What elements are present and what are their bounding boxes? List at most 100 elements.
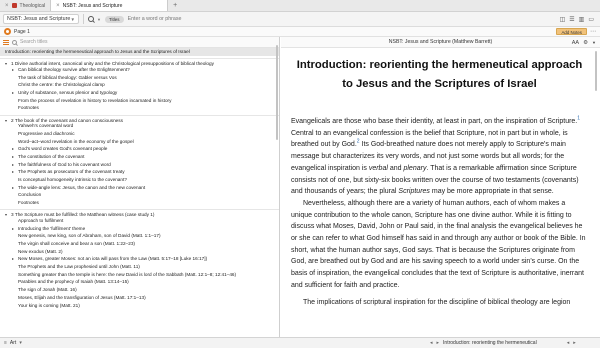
close-icon[interactable]: × — [5, 3, 9, 9]
divider — [83, 14, 84, 24]
search-titles-placeholder: Search titles — [20, 39, 48, 45]
toc-item[interactable]: ▸ The constitution of the covenant — [0, 153, 279, 161]
toc-item[interactable]: Word–act–word revelation in the economy … — [0, 138, 279, 146]
toc-item-label: From the process of revelation in histor… — [18, 97, 172, 103]
toc-item[interactable]: From the process of revelation in histor… — [0, 97, 279, 105]
gear-icon[interactable]: ⚙ — [583, 40, 588, 46]
search-mode-pill[interactable]: Titles — [104, 15, 124, 23]
toc-item[interactable]: ▸ Can biblical theology survive after the… — [0, 66, 279, 74]
toc-item[interactable]: Moses, Elijah and the transfiguration of… — [0, 294, 279, 302]
toc-item-label: Can biblical theology survive after the … — [18, 66, 130, 72]
close-icon[interactable]: × — [56, 3, 60, 9]
toc-item[interactable]: The task of biblical theology: Gabler ve… — [0, 74, 279, 82]
bottom-bar: ≡ Art ▾ ◂ ▸ Introduction: reorienting th… — [0, 337, 600, 348]
layout-icon[interactable]: ▭ — [588, 16, 594, 23]
toc-item-label: Introduction: reorienting the hermeneuti… — [5, 49, 190, 54]
toc-item-label: New genesis, new king, son of Abraham, s… — [18, 233, 161, 239]
toc-item[interactable]: ▸ Unity of substance, sensus plenior and … — [0, 89, 279, 97]
toc-item[interactable]: Progressive and diachronic — [0, 130, 279, 138]
toc-item[interactable]: Is conceptual homogeneity intrinsic to t… — [0, 176, 279, 184]
toc-item-label: Is conceptual homogeneity intrinsic to t… — [18, 177, 127, 182]
reader-header: NSBT: Jesus and Scripture (Matthew Barre… — [281, 37, 600, 48]
panel-toolbar: NSBT: Jesus and Scripture ▼ ▼ Titles ◫ ☰… — [0, 12, 600, 27]
prev-icon[interactable]: ◂ — [430, 340, 433, 346]
toc-item[interactable]: The sign of Jonah (Matt. 16) — [0, 286, 279, 294]
tab-label: Theological — [19, 2, 46, 9]
toc-item[interactable]: Something greater than the temple is her… — [0, 271, 279, 279]
toc-item[interactable]: ▾ 1 Divine authorial intent, canonical un… — [0, 58, 279, 66]
text-run: Evangelicals are those who base their id… — [291, 118, 578, 125]
scrollbar-thumb[interactable] — [276, 45, 278, 140]
toc-list: Introduction: reorienting the hermeneuti… — [0, 48, 279, 309]
toc-item-label: Conclusion — [18, 192, 42, 198]
toc-item[interactable]: ▸ The Prophets as prosecutors of the cove… — [0, 168, 279, 176]
tab-label: NSBT: Jesus and Scripture — [62, 2, 123, 9]
toc-item[interactable]: New genesis, new king, son of Abraham, s… — [0, 232, 279, 240]
next-icon[interactable]: ▸ — [573, 340, 576, 346]
chevron-down-icon[interactable]: ▼ — [592, 40, 596, 45]
tab-theological[interactable]: × Theological — [0, 0, 50, 11]
footnote-link[interactable]: 1 — [577, 116, 580, 122]
search-input[interactable] — [127, 16, 468, 22]
toc-item[interactable]: The Prophets and the Law prophesied unti… — [0, 263, 279, 271]
add-notes-button[interactable]: Add Notes — [556, 28, 587, 35]
toolbar-icons: ◫ ☰ ▥ ▭ — [560, 16, 594, 23]
toc-item[interactable]: ▸ New Moses, greater Moses: not an iota w… — [0, 255, 279, 263]
tab-book[interactable]: × NSBT: Jesus and Scripture — [50, 0, 169, 11]
toc-item[interactable]: Christ the centre: the Christological cl… — [0, 81, 279, 89]
toc-item[interactable]: ▾ 2 The book of the covenant and canon co… — [0, 114, 279, 122]
toc-item[interactable]: Footnotes — [0, 104, 279, 112]
toc-item-label: Parables and the prophecy of Isaiah (Mat… — [18, 279, 129, 285]
toc-item[interactable]: Introduction: reorienting the hermeneuti… — [0, 48, 279, 56]
toc-item[interactable]: ▸ Introducing the 'fulfilment' theme — [0, 225, 279, 233]
toc-item-label: Word–act–word revelation in the economy … — [18, 138, 134, 144]
toc-item-label: Footnotes — [18, 200, 39, 206]
list-icon[interactable]: ☰ — [569, 16, 574, 23]
new-tab-button[interactable]: + — [168, 0, 182, 11]
page-subbar: Page 1 Add Notes ⋯ — [0, 27, 600, 37]
toc-item-label: The faithfulness of God to his covenant … — [18, 161, 111, 167]
app-tab-bar: × Theological × NSBT: Jesus and Scriptur… — [0, 0, 600, 12]
article-body: Introduction: reorienting the hermeneuti… — [281, 48, 600, 308]
toc-item-label: Progressive and diachronic — [18, 130, 75, 136]
paragraph: Nevertheless, although there are a varie… — [291, 199, 586, 289]
toc-item[interactable]: New exodus (Matt. 2) — [0, 248, 279, 256]
chevron-down-icon[interactable]: ▾ — [19, 340, 22, 346]
toc-item-label: New exodus (Matt. 2) — [18, 248, 63, 254]
toc-item-label: The Prophets as prosecutors of the coven… — [18, 169, 125, 175]
toc-item-label: The wide-angle lens: Jesus, the canon an… — [18, 184, 146, 190]
more-options-icon[interactable]: ⋯ — [590, 28, 596, 35]
toc-item-label: God's word creates God's covenant people — [18, 146, 108, 152]
toc-item[interactable]: Parables and the prophecy of Isaiah (Mat… — [0, 278, 279, 286]
menu-icon[interactable] — [3, 39, 9, 45]
toc-item[interactable]: ▸ God's word creates God's covenant peopl… — [0, 145, 279, 153]
bottom-left: ≡ Art ▾ — [4, 340, 22, 346]
toc-item[interactable]: Conclusion — [0, 191, 279, 199]
toc-item-label: Unity of substance, sensus plenior and t… — [18, 89, 118, 95]
menu-icon[interactable]: ≡ — [4, 340, 7, 346]
toc-item[interactable]: Approach to fulfilment — [0, 217, 279, 225]
toc-item-label: Footnotes — [18, 105, 39, 111]
toc-item[interactable]: ▾ 3 The Scripture must be fulfilled: the … — [0, 209, 279, 217]
search-titles-field[interactable]: Search titles — [12, 39, 48, 45]
toc-item[interactable]: Footnotes — [0, 199, 279, 207]
font-size-button[interactable]: AA — [572, 40, 579, 46]
art-label[interactable]: Art — [10, 340, 16, 346]
reader-title: NSBT: Jesus and Scripture (Matthew Barre… — [388, 39, 493, 45]
search-icon[interactable] — [88, 16, 94, 22]
toc-item-label: The sign of Jonah (Matt. 16) — [18, 287, 77, 293]
prev-icon[interactable]: ◂ — [567, 340, 570, 346]
toc-item[interactable]: Your king is coming (Matt. 21) — [0, 302, 279, 310]
library-icon[interactable]: ▥ — [579, 16, 585, 23]
book-selector[interactable]: NSBT: Jesus and Scripture ▼ — [3, 14, 79, 24]
toc-item-label: Christ the centre: the Christological cl… — [18, 82, 105, 88]
scrollbar-thumb[interactable] — [595, 51, 597, 91]
chevron-down-icon[interactable]: ▼ — [97, 17, 101, 22]
toc-item[interactable]: The virgin shall conceive and bear a son… — [0, 240, 279, 248]
split-view-icon[interactable]: ◫ — [560, 16, 566, 23]
toc-item[interactable]: Yahweh's covenantal word — [0, 122, 279, 130]
next-icon[interactable]: ▸ — [437, 340, 440, 346]
toc-item[interactable]: ▸ The faithfulness of God to his covenant… — [0, 161, 279, 169]
paragraph: Evangelicals are those who base their id… — [291, 116, 588, 198]
toc-item[interactable]: ▸ The wide-angle lens: Jesus, the canon a… — [0, 184, 279, 192]
